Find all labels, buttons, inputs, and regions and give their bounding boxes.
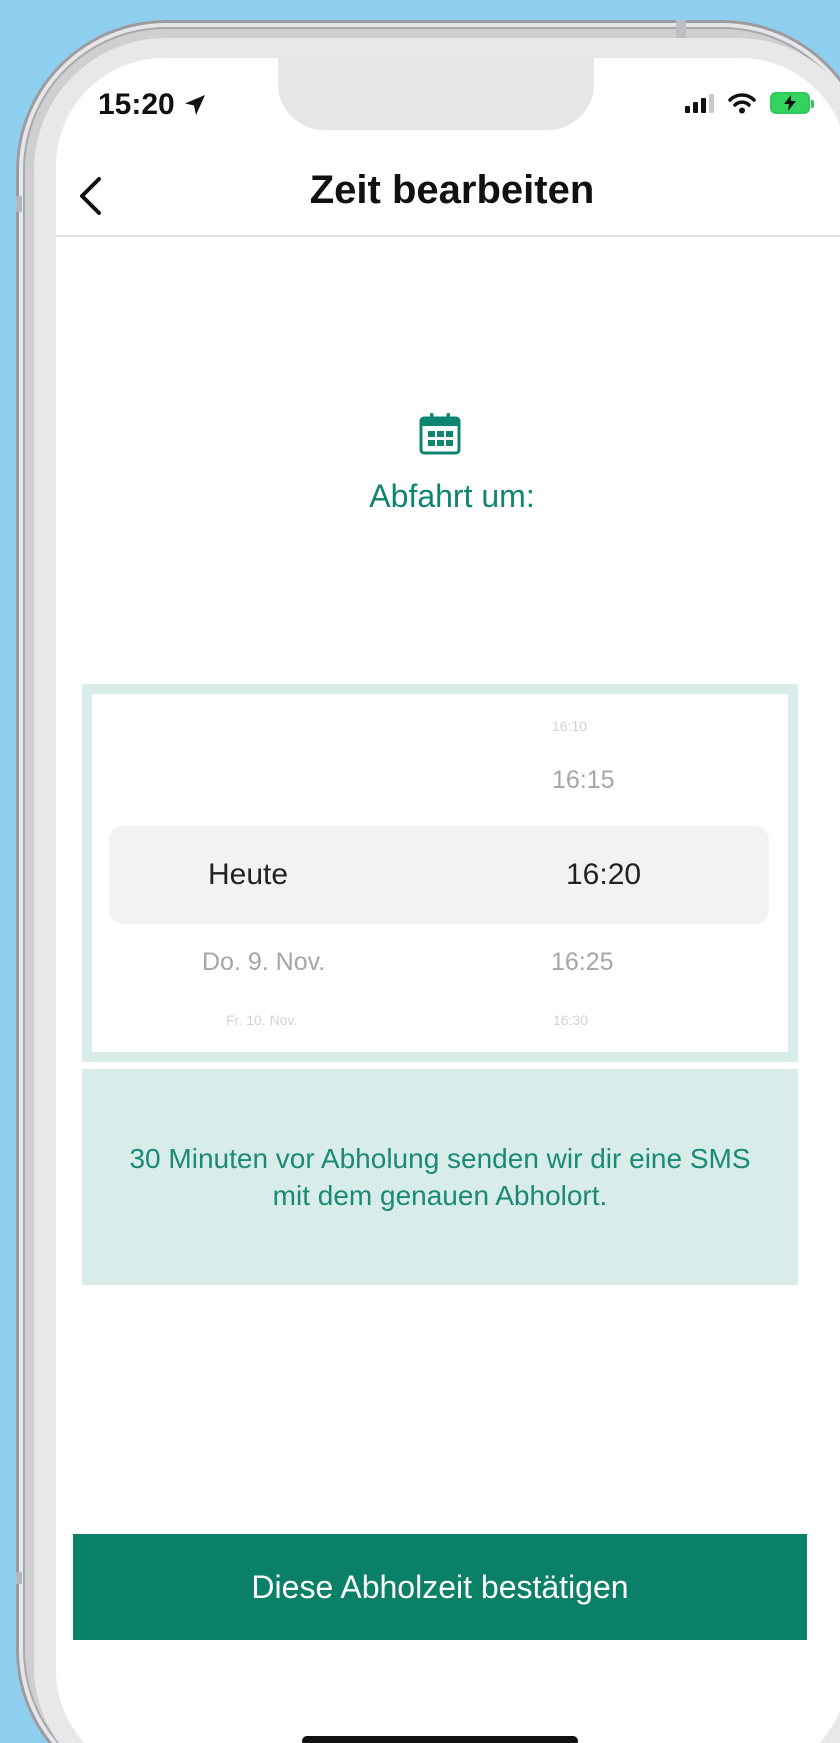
frame-marker (676, 20, 686, 38)
time-option[interactable]: 16:10 (552, 718, 587, 734)
cellular-signal-icon (685, 93, 714, 113)
calendar-icon (419, 413, 461, 455)
home-indicator[interactable] (302, 1736, 578, 1743)
day-option[interactable]: Fr. 10. Nov. (226, 1012, 297, 1028)
time-option[interactable]: 16:25 (551, 948, 614, 977)
time-option-selected[interactable]: 16:20 (566, 858, 641, 892)
date-time-picker[interactable]: Heute Do. 9. Nov. Fr. 10. Nov. 16:10 16:… (82, 684, 798, 1062)
app-screen: 15:20 Zeit bearbeiten Abfahrt um: Heute … (56, 58, 840, 1743)
sms-info-box: 30 Minuten vor Abholung senden wir dir e… (82, 1069, 798, 1285)
notch (278, 58, 594, 130)
departure-label: Abfahrt um: (369, 478, 535, 514)
sms-info-text: 30 Minuten vor Abholung senden wir dir e… (129, 1143, 751, 1211)
nav-divider (56, 235, 840, 237)
day-option[interactable]: Do. 9. Nov. (202, 948, 325, 977)
status-time-text: 15:20 (98, 88, 175, 121)
status-bar-time: 15:20 (98, 88, 207, 122)
side-button-left (16, 196, 22, 212)
wifi-icon (728, 93, 756, 114)
status-bar-icons (685, 92, 814, 114)
picker-wheels[interactable]: Heute Do. 9. Nov. Fr. 10. Nov. 16:10 16:… (92, 694, 788, 1052)
time-option[interactable]: 16:15 (552, 766, 615, 795)
confirm-pickup-time-button[interactable]: Diese Abholzeit bestätigen (73, 1534, 807, 1640)
side-button-left-lower (16, 1572, 22, 1584)
location-arrow-icon (184, 95, 205, 115)
day-option-selected[interactable]: Heute (208, 858, 288, 892)
time-option[interactable]: 16:30 (553, 1012, 588, 1028)
page-title: Zeit bearbeiten (309, 168, 595, 212)
battery-charging-icon (770, 92, 814, 114)
